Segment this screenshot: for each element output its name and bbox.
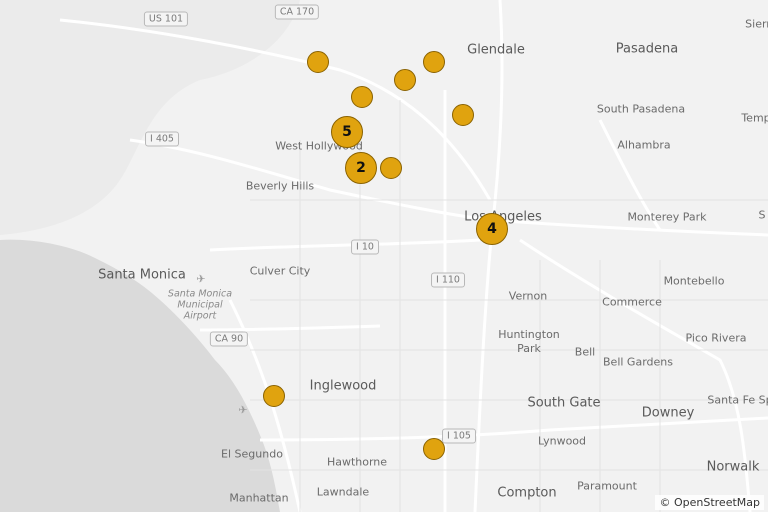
map-cluster-marker[interactable]: 2	[345, 152, 377, 184]
highway-shield: US 101	[143, 11, 189, 27]
place-label: Santa Fe Sp	[707, 393, 768, 407]
place-label: Lawndale	[316, 485, 370, 499]
map-marker[interactable]	[307, 51, 329, 73]
place-label: Santa Monica	[98, 267, 186, 283]
place-label: El Segundo	[221, 447, 283, 461]
place-label: Monterey Park	[627, 210, 707, 224]
place-label: Manhattan	[229, 491, 289, 505]
place-label: Norwalk	[706, 459, 760, 475]
airplane-icon: ✈	[196, 272, 206, 286]
map-cluster-marker[interactable]: 4	[476, 213, 508, 245]
map-marker[interactable]	[380, 157, 402, 179]
map-marker[interactable]	[452, 104, 474, 126]
place-label: Glendale	[467, 42, 525, 58]
place-label: Sierr	[745, 17, 768, 31]
place-label: Montebello	[663, 274, 725, 288]
highway-shield: CA 90	[209, 331, 249, 347]
map-marker[interactable]	[394, 69, 416, 91]
place-label: S	[758, 208, 766, 222]
place-label: Bell Gardens	[603, 355, 673, 369]
place-label: Pasadena	[615, 41, 679, 57]
place-label: South Gate	[527, 395, 601, 411]
place-label: Alhambra	[617, 138, 671, 152]
place-label: Pico Rivera	[685, 331, 747, 345]
place-label: Paramount	[577, 479, 637, 493]
map-marker[interactable]	[263, 385, 285, 407]
highway-shield: I 10	[351, 239, 379, 255]
place-label: Commerce	[602, 295, 662, 309]
place-label: Downey	[641, 405, 695, 421]
map-attribution[interactable]: © OpenStreetMap	[655, 495, 764, 510]
place-label: Bell	[574, 345, 596, 359]
place-label: Temp	[741, 111, 768, 125]
place-label: Beverly Hills	[245, 179, 315, 193]
map-marker[interactable]	[423, 51, 445, 73]
place-label: Inglewood	[309, 378, 377, 394]
highway-shield: I 105	[442, 428, 476, 444]
basemap	[0, 0, 768, 512]
map-canvas[interactable]: Glendale Pasadena Sierr South Pasadena T…	[0, 0, 768, 512]
map-marker[interactable]	[351, 86, 373, 108]
place-label: South Pasadena	[596, 102, 686, 116]
highway-shield: I 110	[431, 272, 465, 288]
place-label: Vernon	[508, 289, 548, 303]
place-label: Huntington Park	[498, 328, 560, 355]
place-label: Hawthorne	[326, 455, 388, 469]
highway-shield: I 405	[145, 131, 179, 147]
highway-shield: CA 170	[274, 4, 320, 20]
place-label: Compton	[497, 485, 557, 501]
airplane-icon: ✈	[238, 403, 248, 417]
airport-label: Santa Monica Municipal Airport	[167, 288, 233, 322]
map-marker[interactable]	[423, 438, 445, 460]
place-label: Lynwood	[537, 434, 587, 448]
map-cluster-marker[interactable]: 5	[331, 116, 363, 148]
minor-roads	[250, 100, 768, 512]
place-label: Culver City	[249, 264, 311, 278]
